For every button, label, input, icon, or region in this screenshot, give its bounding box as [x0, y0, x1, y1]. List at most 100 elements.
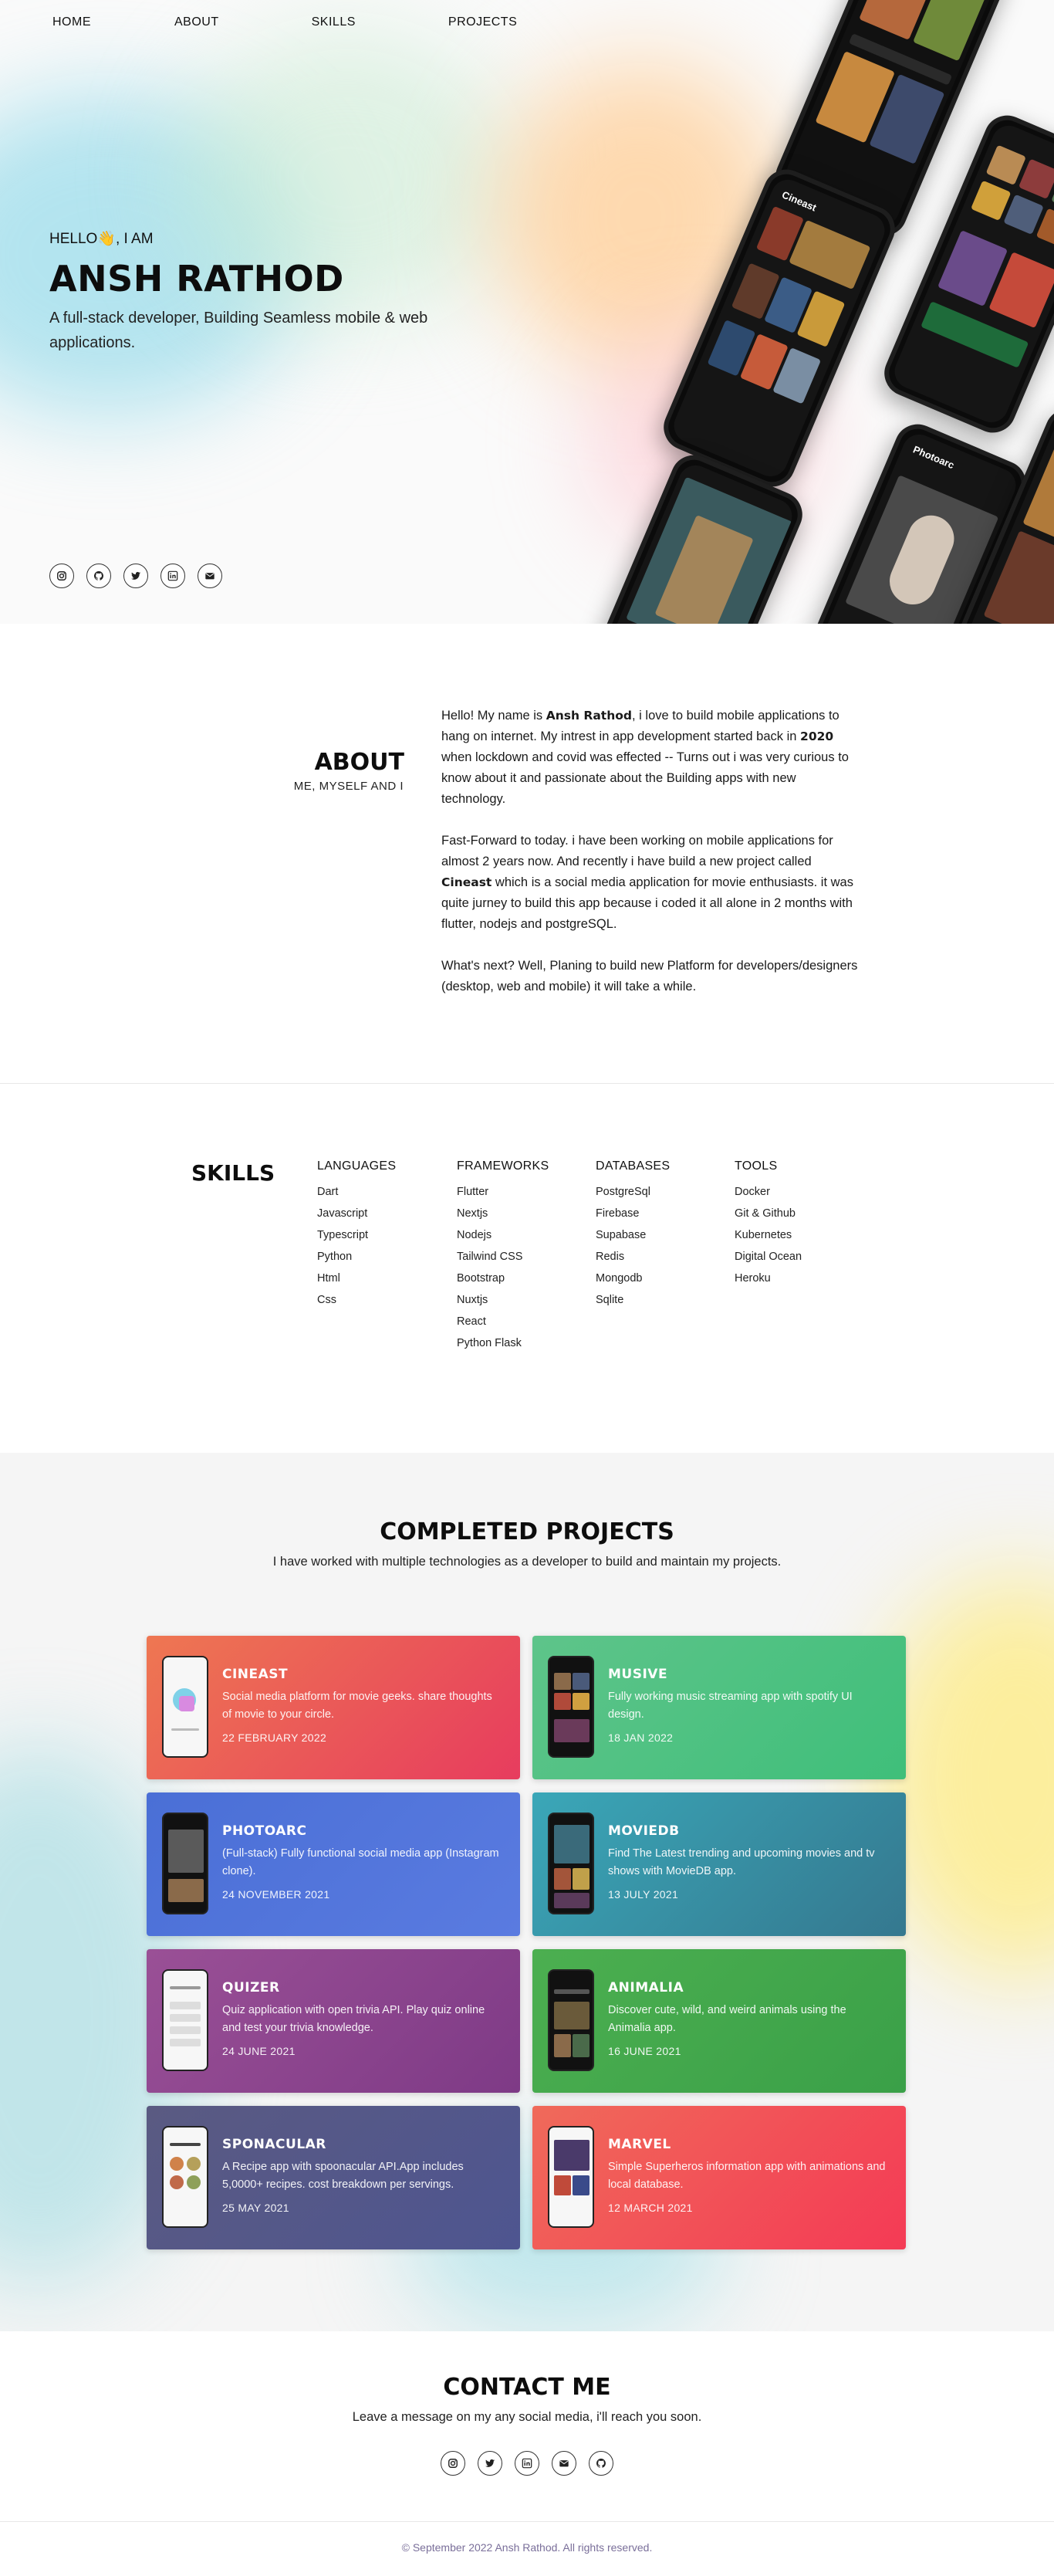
instagram-link[interactable] [49, 564, 74, 588]
project-description: Fully working music streaming app with s… [608, 1691, 853, 1721]
projects-title: COMPLETED PROJECTS [380, 1518, 674, 1545]
skills-column-heading: TOOLS [735, 1159, 778, 1173]
project-thumbnail [548, 1813, 594, 1914]
skill-item: Nextjs [457, 1207, 488, 1220]
linkedin-link[interactable] [515, 2451, 539, 2476]
skill-item: Nuxtjs [457, 1294, 488, 1306]
linkedin-icon [167, 570, 178, 581]
project-date: 24 NOVEMBER 2021 [222, 1888, 330, 1901]
skill-item: Kubernetes [735, 1229, 792, 1241]
phone-mockup: Cineast [656, 162, 903, 494]
footer-copyright: © September 2022 Ansh Rathod. All rights… [401, 2541, 653, 2554]
nav-skills-link[interactable]: SKILLS [312, 15, 356, 29]
github-icon [93, 570, 103, 581]
project-card-marvel[interactable]: MARVEL Simple Superheros information app… [532, 2106, 906, 2249]
skills-column-frameworks: FRAMEWORKS Flutter Nextjs Nodejs Tailwin… [457, 1159, 549, 1354]
skill-item: Nodejs [457, 1229, 492, 1241]
hero-greeting: HELLO👋, I AM [49, 231, 154, 247]
projects-subtitle: I have worked with multiple technologies… [272, 1555, 782, 1569]
contact-social-links [0, 2451, 1054, 2476]
about-text: Fast-Forward to today. i have been worki… [441, 834, 833, 868]
about-title: ABOUT [314, 749, 404, 776]
skills-column-databases: DATABASES PostgreSql Firebase Supabase R… [596, 1159, 670, 1311]
top-navigation: HOME ABOUT SKILLS PROJECTS [52, 15, 517, 29]
contact-subtitle: Leave a message on my any social media, … [352, 2410, 702, 2424]
project-title: MUSIVE [608, 1667, 668, 1682]
about-body: Hello! My name is Ansh Rathod, i love to… [441, 706, 858, 1018]
github-link[interactable] [86, 564, 111, 588]
projects-section: COMPLETED PROJECTS I have worked with mu… [0, 1453, 1054, 2331]
skills-column-heading: FRAMEWORKS [457, 1159, 549, 1173]
about-paragraph: Hello! My name is Ansh Rathod, i love to… [441, 706, 858, 810]
skill-item: Mongodb [596, 1272, 643, 1285]
project-description: Discover cute, wild, and weird animals u… [608, 2004, 846, 2034]
project-card-animalia[interactable]: ANIMALIA Discover cute, wild, and weird … [532, 1949, 906, 2093]
skills-title: SKILLS [191, 1160, 275, 1186]
project-title: QUIZER [222, 1980, 280, 1995]
project-date: 18 JAN 2022 [608, 1731, 674, 1744]
section-divider [0, 1083, 1054, 1084]
project-description: (Full-stack) Fully functional social med… [222, 1847, 499, 1877]
skill-item: React [457, 1315, 486, 1328]
skill-item: Python Flask [457, 1337, 522, 1349]
mail-icon [205, 573, 215, 580]
project-description: Quiz application with open trivia API. P… [222, 2004, 485, 2034]
mail-link[interactable] [552, 2451, 576, 2476]
skill-item: Heroku [735, 1272, 771, 1285]
skill-item: Supabase [596, 1229, 647, 1241]
github-link[interactable] [589, 2451, 613, 2476]
project-title: ANIMALIA [608, 1980, 684, 1995]
contact-title: CONTACT ME [443, 2374, 611, 2401]
skills-column-heading: DATABASES [596, 1159, 671, 1173]
skill-item: Javascript [317, 1207, 368, 1220]
skill-item: Python [317, 1251, 353, 1263]
hero-name: ANSH RATHOD [49, 258, 344, 300]
project-thumbnail [548, 1656, 594, 1758]
linkedin-link[interactable] [160, 564, 185, 588]
project-title: CINEAST [222, 1667, 289, 1682]
skill-item: Typescript [317, 1229, 369, 1241]
mail-link[interactable] [198, 564, 222, 588]
nav-about-link[interactable]: ABOUT [174, 15, 219, 29]
twitter-icon [130, 571, 141, 580]
about-text: when lockdown and covid was effected -- … [441, 750, 849, 806]
app-mockups-collage: Cineast Photoarc [563, 0, 1054, 624]
project-card-sponacular[interactable]: SPONACULAR A Recipe app with spoonacular… [147, 2106, 520, 2249]
project-card-quizer[interactable]: QUIZER Quiz application with open trivia… [147, 1949, 520, 2093]
project-thumbnail [162, 1813, 208, 1914]
project-title: PHOTOARC [222, 1823, 307, 1839]
project-card-photoarc[interactable]: PHOTOARC (Full-stack) Fully functional s… [147, 1792, 520, 1936]
project-date: 22 FEBRUARY 2022 [222, 1731, 327, 1744]
project-title: MARVEL [608, 2137, 671, 2152]
skills-column-heading: LANGUAGES [317, 1159, 397, 1173]
twitter-icon [485, 2459, 495, 2467]
about-paragraph: Fast-Forward to today. i have been worki… [441, 831, 858, 935]
skill-item: Bootstrap [457, 1272, 505, 1285]
project-card-musive[interactable]: MUSIVE Fully working music streaming app… [532, 1636, 906, 1779]
nav-projects-link[interactable]: PROJECTS [448, 15, 517, 29]
mail-icon [559, 2460, 569, 2467]
project-description: A Recipe app with spoonacular API.App in… [222, 2161, 464, 2191]
phone-app-title: Photoarc [911, 443, 956, 472]
twitter-link[interactable] [478, 2451, 502, 2476]
instagram-link[interactable] [441, 2451, 465, 2476]
skill-item: Css [317, 1294, 336, 1306]
twitter-link[interactable] [123, 564, 148, 588]
project-thumbnail [548, 2126, 594, 2228]
about-text: Hello! My name is [441, 709, 546, 723]
project-card-moviedb[interactable]: MOVIEDB Find The Latest trending and upc… [532, 1792, 906, 1936]
skill-item: Firebase [596, 1207, 640, 1220]
project-name: Cineast [441, 875, 492, 889]
skills-column-languages: LANGUAGES Dart Javascript Typescript Pyt… [317, 1159, 396, 1311]
project-date: 16 JUNE 2021 [608, 2045, 681, 2057]
project-date: 24 JUNE 2021 [222, 2045, 296, 2057]
nav-home-link[interactable]: HOME [52, 15, 91, 29]
linkedin-icon [522, 2458, 532, 2469]
start-year: 2020 [800, 729, 834, 743]
project-thumbnail [162, 2126, 208, 2228]
project-card-cineast[interactable]: CINEAST Social media platform for movie … [147, 1636, 520, 1779]
project-description: Simple Superheros information app with a… [608, 2161, 886, 2191]
project-date: 13 JULY 2021 [608, 1888, 679, 1901]
project-description: Social media platform for movie geeks. s… [222, 1691, 492, 1721]
about-paragraph: What's next? Well, Planing to build new … [441, 959, 858, 994]
